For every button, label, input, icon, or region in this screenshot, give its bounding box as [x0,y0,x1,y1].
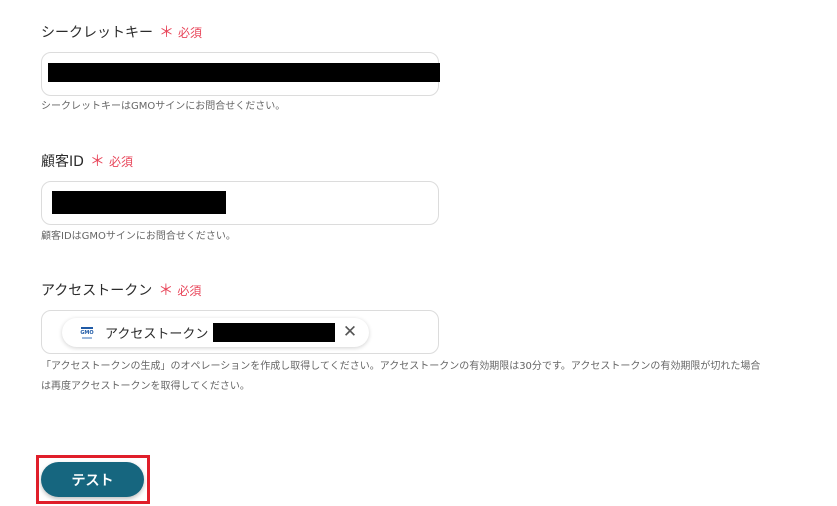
customer-id-input[interactable] [41,181,439,225]
gmo-logo-text: GMO [80,329,94,336]
chip-label: アクセストークン [105,327,209,342]
required-asterisk: ＊ [89,151,105,170]
secret-key-help: シークレットキーはGMOサインにお問合せください。 [41,101,286,112]
access-token-help-line1: 「アクセストークンの生成」のオペレーションを作成し取得してください。アクセストー… [41,361,761,372]
redacted-value [48,63,440,82]
redacted-value [213,323,335,342]
required-text: 必須 [108,154,133,169]
gmo-logo-icon: GMO [78,324,96,342]
required-asterisk: ＊ [158,280,174,299]
customer-id-label: 顧客ID ＊ 必須 [41,151,133,171]
required-text: 必須 [177,283,202,298]
access-token-label-text: アクセストークン [41,283,153,299]
customer-id-help: 顧客IDはGMOサインにお問合せください。 [41,231,236,242]
secret-key-input[interactable] [41,52,440,96]
access-token-chip[interactable]: GMO アクセストークン ✕ [62,318,369,347]
secret-key-label-text: シークレットキー [41,25,153,41]
access-token-label: アクセストークン ＊ 必須 [41,280,201,300]
required-text: 必須 [178,25,203,40]
access-token-input[interactable]: GMO アクセストークン ✕ [41,310,439,354]
redacted-value [52,191,226,214]
secret-key-label: シークレットキー ＊ 必須 [41,22,202,42]
close-icon[interactable]: ✕ [341,323,359,341]
access-token-help-line2: は再度アクセストークンを取得してください。 [41,381,250,392]
customer-id-label-text: 顧客ID [41,154,84,170]
required-asterisk: ＊ [159,22,175,41]
test-button[interactable]: テスト [41,462,144,497]
